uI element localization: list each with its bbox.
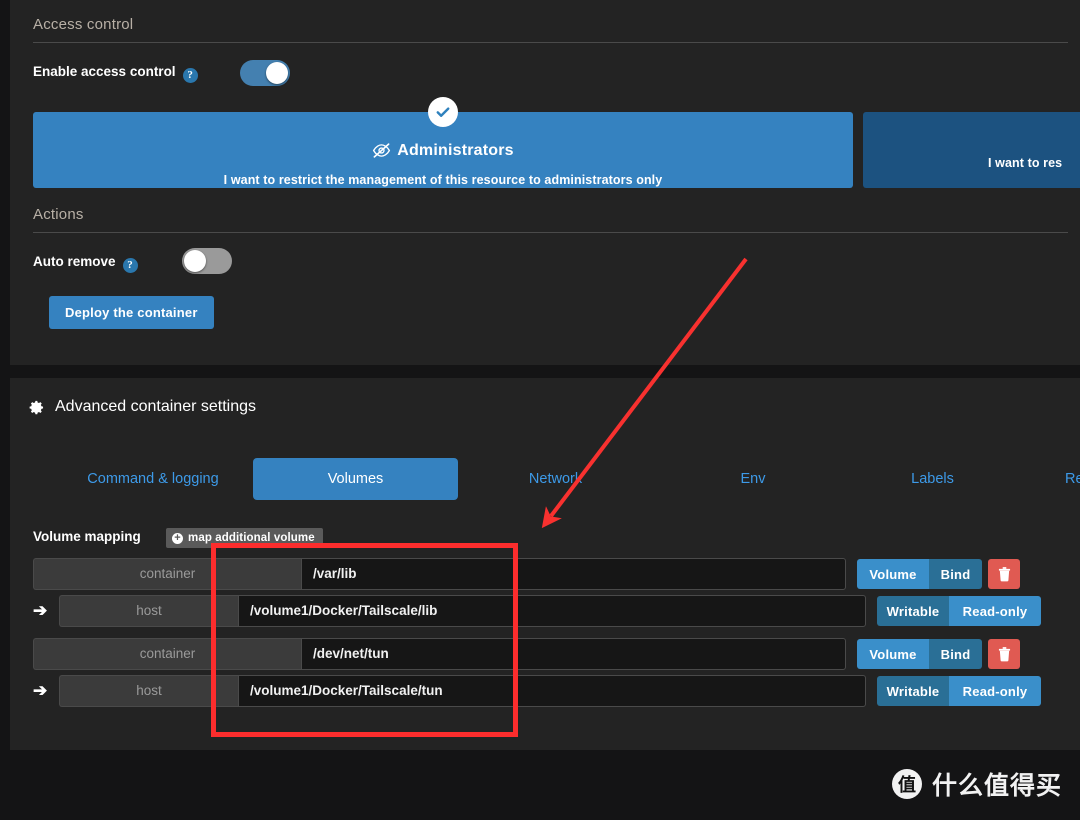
enable-access-control-text: Enable access control xyxy=(33,64,176,79)
auto-remove-label: Auto remove? xyxy=(33,254,138,273)
access-card-title: Administrators xyxy=(33,142,853,163)
enable-access-control-toggle[interactable] xyxy=(240,60,290,86)
eye-slash-icon xyxy=(372,143,391,163)
volume-type-volume-2[interactable]: Volume xyxy=(857,639,929,669)
host-path-input-1[interactable]: /volume1/Docker/Tailscale/lib xyxy=(238,595,866,627)
toggle-knob xyxy=(184,250,206,272)
trash-icon xyxy=(998,646,1010,661)
access-card-title-text: Administrators xyxy=(397,142,514,159)
tab-bar: Command & logging Volumes Network Env La… xyxy=(10,458,1080,500)
container-addon-2: container xyxy=(33,638,301,670)
table-row: container /var/lib Volume Bind xyxy=(0,558,1070,590)
table-row: container /dev/net/tun Volume Bind xyxy=(0,638,1070,670)
selected-check-badge xyxy=(428,97,458,127)
auto-remove-text: Auto remove xyxy=(33,254,116,269)
enable-access-control-label: Enable access control? xyxy=(33,64,198,83)
volume-access-readonly-2[interactable]: Read-only xyxy=(949,676,1041,706)
volume-access-readonly-1[interactable]: Read-only xyxy=(949,596,1041,626)
check-icon xyxy=(436,107,450,117)
access-card-restricted[interactable]: I want to res xyxy=(863,112,1080,188)
volume-access-writable-1[interactable]: Writable xyxy=(877,596,949,626)
mapping-arrow-icon: ➔ xyxy=(33,681,48,700)
access-card-restricted-subtitle: I want to res xyxy=(988,156,1063,170)
tab-labels[interactable]: Labels xyxy=(850,458,1015,500)
toggle-knob xyxy=(266,62,288,84)
tab-restart-policy[interactable]: Re xyxy=(1065,458,1080,500)
tab-volumes[interactable]: Volumes xyxy=(253,458,458,500)
table-row: ➔ host /volume1/Docker/Tailscale/lib Wri… xyxy=(0,595,1070,627)
actions-heading: Actions xyxy=(33,206,1068,233)
auto-remove-toggle[interactable] xyxy=(182,248,232,274)
plus-circle-icon: + xyxy=(172,532,183,544)
delete-volume-button-2[interactable] xyxy=(988,639,1020,669)
deploy-container-button[interactable]: Deploy the container xyxy=(49,296,214,329)
map-additional-volume-label: map additional volume xyxy=(188,532,315,544)
access-card-administrators[interactable]: Administrators I want to restrict the ma… xyxy=(33,97,853,188)
access-control-panel: Access control Enable access control? Ad… xyxy=(10,0,1080,365)
volume-mapping-label: Volume mapping xyxy=(33,529,141,544)
gear-icon xyxy=(28,399,45,416)
table-row: ➔ host /volume1/Docker/Tailscale/tun Wri… xyxy=(0,675,1070,707)
host-addon-2: host xyxy=(59,675,238,707)
host-path-input-2[interactable]: /volume1/Docker/Tailscale/tun xyxy=(238,675,866,707)
tab-env[interactable]: Env xyxy=(663,458,843,500)
container-path-input-2[interactable]: /dev/net/tun xyxy=(301,638,846,670)
tab-command-logging[interactable]: Command & logging xyxy=(53,458,253,500)
container-path-input-1[interactable]: /var/lib xyxy=(301,558,846,590)
app-root: Access control Enable access control? Ad… xyxy=(0,0,1080,820)
volume-type-bind-1[interactable]: Bind xyxy=(929,559,982,589)
watermark: 值 什么值得买 xyxy=(891,766,1062,802)
volume-type-volume-1[interactable]: Volume xyxy=(857,559,929,589)
tab-network[interactable]: Network xyxy=(458,458,653,500)
watermark-logo: 值 xyxy=(891,769,922,799)
volume-access-writable-2[interactable]: Writable xyxy=(877,676,949,706)
container-addon-1: container xyxy=(33,558,301,590)
watermark-text: 什么值得买 xyxy=(931,771,1062,800)
map-additional-volume-button[interactable]: + map additional volume xyxy=(166,528,323,548)
volume-type-bind-2[interactable]: Bind xyxy=(929,639,982,669)
help-icon[interactable]: ? xyxy=(122,258,138,273)
trash-icon xyxy=(998,566,1010,581)
access-control-heading: Access control xyxy=(33,16,1068,43)
access-card-subtitle: I want to restrict the management of thi… xyxy=(223,173,663,187)
help-icon[interactable]: ? xyxy=(182,68,198,83)
mapping-arrow-icon: ➔ xyxy=(33,601,48,620)
advanced-settings-title: Advanced container settings xyxy=(55,398,257,415)
delete-volume-button-1[interactable] xyxy=(988,559,1020,589)
advanced-settings-header: Advanced container settings xyxy=(28,398,256,416)
host-addon-1: host xyxy=(59,595,238,627)
